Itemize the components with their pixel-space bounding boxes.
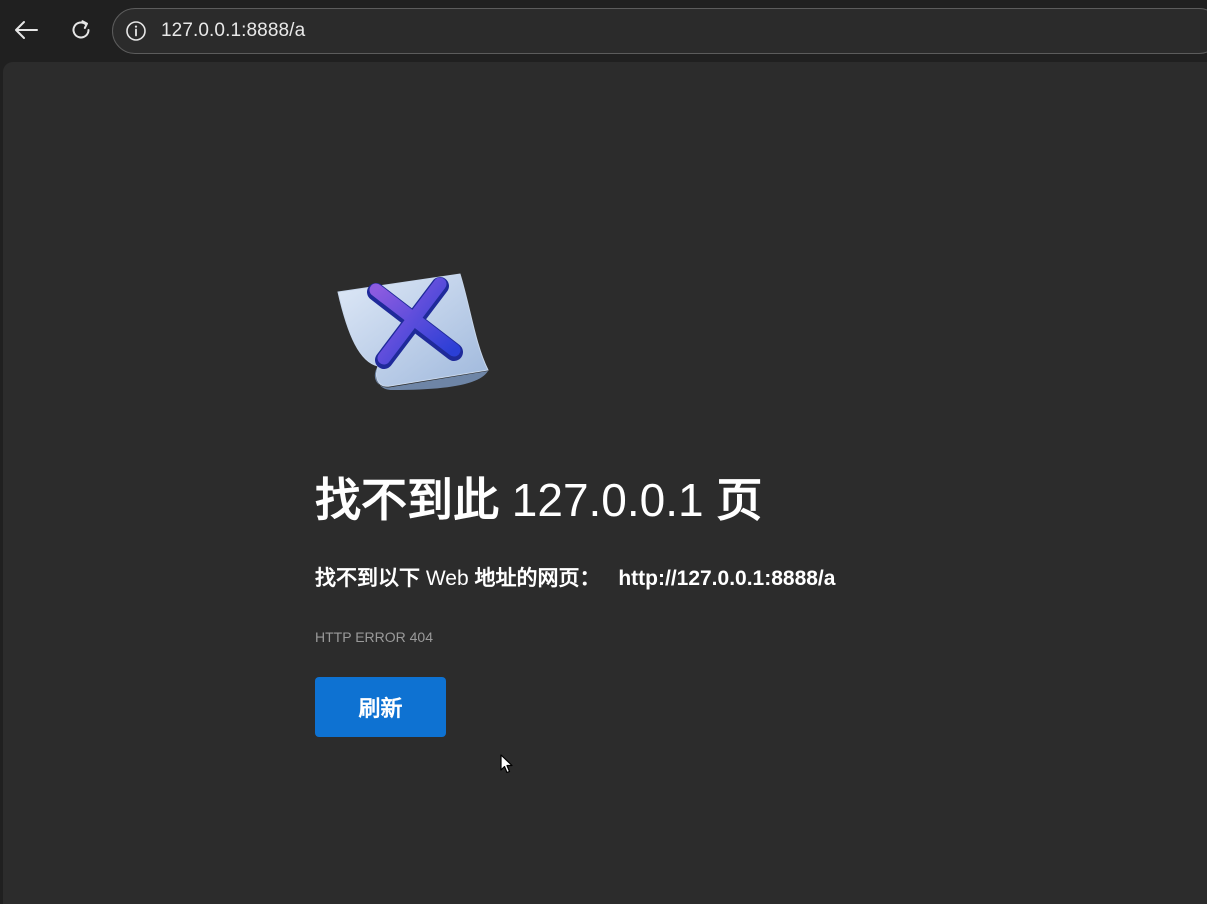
reload-button[interactable] bbox=[63, 12, 99, 48]
back-arrow-icon bbox=[15, 21, 38, 39]
page-error-icon bbox=[337, 273, 489, 390]
browser-toolbar: 127.0.0.1:8888/a bbox=[0, 0, 1207, 62]
title-suffix: 页 bbox=[716, 474, 763, 526]
requested-url: http://127.0.0.1:8888/a bbox=[618, 567, 836, 590]
mouse-cursor-icon bbox=[500, 754, 513, 774]
title-host: 127.0.0.1 bbox=[511, 474, 704, 526]
url-text[interactable]: 127.0.0.1:8888/a bbox=[161, 20, 305, 42]
error-description: 找不到以下 Web 地址的网页： http://127.0.0.1:8888/a bbox=[315, 564, 835, 594]
page-title: 找不到此 127.0.0.1 页 bbox=[315, 472, 762, 528]
subtitle-web: Web bbox=[425, 567, 469, 590]
info-icon[interactable] bbox=[125, 20, 147, 42]
error-code: HTTP ERROR 404 bbox=[315, 629, 433, 645]
subtitle-prefix: 找不到以下 bbox=[315, 567, 420, 590]
subtitle-suffix: 地址的网页： bbox=[474, 567, 601, 590]
reload-icon bbox=[72, 20, 90, 39]
refresh-button[interactable]: 刷新 bbox=[315, 677, 446, 737]
title-prefix: 找不到此 bbox=[315, 474, 499, 526]
address-bar[interactable]: 127.0.0.1:8888/a bbox=[112, 8, 1207, 54]
back-button[interactable] bbox=[8, 12, 44, 48]
